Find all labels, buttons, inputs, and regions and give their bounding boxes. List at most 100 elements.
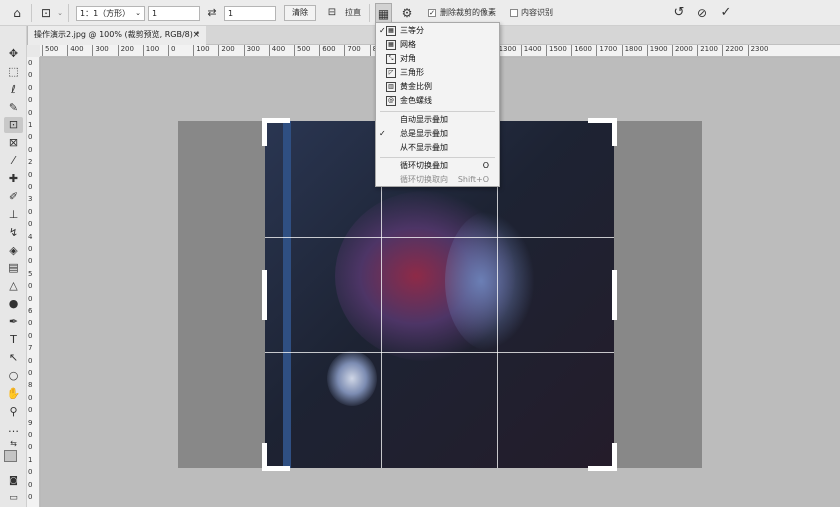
vertical-ruler[interactable]: 0 0 0 0 0 1 0 0 2 0 0 3 0 0 4 0 0 5 0 0 6 0 0 7 0 0 8 0 0 9 0 0 1 0 0 0 bbox=[27, 45, 40, 507]
crop-tool-icon[interactable]: ⊡ bbox=[4, 117, 23, 133]
ruler-tick-label: 0 bbox=[28, 220, 33, 229]
menu-item-never-show-overlay[interactable]: 从不显示叠加 bbox=[376, 141, 499, 155]
lasso-tool-icon[interactable]: ℓ bbox=[4, 82, 23, 98]
overlay-options-icon[interactable]: ▦ bbox=[375, 3, 392, 23]
quick-select-tool-icon[interactable]: ✎ bbox=[4, 100, 23, 116]
menu-item-diagonal[interactable]: ⤡ 对角 bbox=[376, 52, 499, 66]
ruler-tick-label: 1800 bbox=[621, 45, 642, 56]
menu-item-thirds[interactable]: ✓ ▦ 三等分 bbox=[376, 24, 499, 38]
divider bbox=[31, 4, 32, 22]
history-brush-tool-icon[interactable]: ↯ bbox=[4, 225, 23, 241]
ruler-tick-label: 0 bbox=[28, 257, 33, 266]
ruler-tick-label: 0 bbox=[168, 45, 175, 56]
blur-tool-icon[interactable]: △ bbox=[4, 278, 23, 294]
divider bbox=[68, 4, 69, 22]
foreground-color-swatch[interactable] bbox=[4, 450, 17, 462]
more-tools-icon[interactable]: … bbox=[4, 421, 23, 437]
path-select-tool-icon[interactable]: ↖ bbox=[4, 350, 23, 366]
close-icon[interactable]: × bbox=[192, 26, 200, 44]
crop-handle-right[interactable] bbox=[612, 270, 617, 320]
move-tool-icon[interactable]: ✥ bbox=[4, 46, 23, 62]
ruler-tick-label: 7 bbox=[28, 344, 33, 353]
commit-checkmark-icon[interactable]: ✓ bbox=[718, 0, 734, 26]
ellipse-tool-icon[interactable]: ○ bbox=[4, 368, 23, 384]
ruler-tick-label: 0 bbox=[28, 133, 33, 142]
golden-ratio-icon: ▥ bbox=[386, 82, 396, 92]
screen-mode-icon[interactable]: ▭ bbox=[4, 490, 23, 506]
marquee-tool-icon[interactable]: ⬚ bbox=[4, 64, 23, 80]
menu-item-cycle-overlay[interactable]: 循环切换叠加 O bbox=[376, 159, 499, 173]
delete-cropped-checkbox[interactable]: ✓ bbox=[428, 9, 436, 17]
ratio-height-input[interactable]: 1 bbox=[224, 6, 276, 21]
tool-preset-chevron-icon[interactable]: ⌄ bbox=[56, 0, 64, 26]
cancel-icon[interactable]: ⊘ bbox=[694, 0, 710, 26]
document-tab[interactable]: 操作演示2.jpg @ 100% (裁剪预览, RGB/8) * × bbox=[28, 26, 206, 45]
menu-item-golden-spiral[interactable]: @ 金色螺线 bbox=[376, 94, 499, 108]
frame-tool-icon[interactable]: ⊠ bbox=[4, 135, 23, 151]
hand-tool-icon[interactable]: ✋ bbox=[4, 386, 23, 402]
ruler-tick-label: 1500 bbox=[546, 45, 567, 56]
ruler-tick-label: 0 bbox=[28, 294, 33, 303]
gradient-tool-icon[interactable]: ▤ bbox=[4, 260, 23, 276]
brush-tool-icon[interactable]: ✐ bbox=[4, 189, 23, 205]
dodge-tool-icon[interactable]: ● bbox=[4, 296, 23, 312]
grid-icon: ▦ bbox=[386, 40, 396, 50]
menu-item-triangle[interactable]: ◸ 三角形 bbox=[376, 66, 499, 80]
ruler-tick-label: 200 bbox=[117, 45, 134, 56]
swap-icon[interactable]: ⇄ bbox=[204, 0, 220, 26]
crop-handle-bottom-left[interactable] bbox=[262, 443, 267, 471]
home-icon[interactable]: ⌂ bbox=[6, 0, 28, 26]
menu-item-auto-show-overlay[interactable]: 自动显示叠加 bbox=[376, 113, 499, 127]
ruler-tick-label: 1900 bbox=[646, 45, 668, 56]
eraser-tool-icon[interactable]: ◈ bbox=[4, 243, 23, 259]
content-aware-checkbox[interactable] bbox=[510, 9, 518, 17]
crop-handle-left[interactable] bbox=[262, 270, 267, 320]
straighten-icon[interactable]: ⊟ bbox=[324, 0, 340, 26]
ruler-tick-label: 100 bbox=[193, 45, 210, 56]
ruler-tick-label: 0 bbox=[28, 393, 33, 402]
zoom-tool-icon[interactable]: ⚲ bbox=[4, 404, 23, 420]
ruler-tick-label: 0 bbox=[28, 443, 33, 452]
ruler-tick-label: 5 bbox=[28, 269, 33, 278]
ruler-tick-label: 0 bbox=[28, 282, 33, 291]
ruler-tick-label: 0 bbox=[28, 493, 33, 501]
checkmark-icon: ✓ bbox=[379, 26, 386, 35]
crop-tool-icon[interactable]: ⊡ bbox=[38, 0, 54, 26]
ratio-width-input[interactable]: 1 bbox=[148, 6, 200, 21]
ruler-tick-label: 0 bbox=[28, 59, 33, 67]
ruler-tick-label: 300 bbox=[243, 45, 260, 56]
fish-fin-blue bbox=[445, 211, 535, 351]
menu-item-always-show-overlay[interactable]: ✓ 总是显示叠加 bbox=[376, 127, 499, 141]
ruler-tick-label: 0 bbox=[28, 170, 33, 179]
ruler-tick-label: 0 bbox=[28, 96, 33, 105]
ruler-origin[interactable] bbox=[27, 45, 40, 57]
pen-tool-icon[interactable]: ✒ bbox=[4, 314, 23, 330]
ratio-select-value: 1：1（方形） bbox=[80, 9, 131, 18]
quick-mask-icon[interactable]: ◙ bbox=[4, 473, 23, 489]
ruler-tick-label: 0 bbox=[28, 356, 33, 365]
ruler-tick-label: 0 bbox=[28, 319, 33, 328]
type-tool-icon[interactable]: T bbox=[4, 332, 23, 348]
stamp-tool-icon[interactable]: ⊥ bbox=[4, 207, 23, 223]
clear-button[interactable]: 清除 bbox=[284, 5, 316, 21]
ruler-tick-label: 2300 bbox=[747, 45, 768, 56]
ruler-tick-label: 1 bbox=[28, 455, 33, 464]
ruler-tick-label: 200 bbox=[218, 45, 235, 56]
menu-item-grid[interactable]: ▦ 网格 bbox=[376, 38, 499, 52]
ruler-tick-label: 0 bbox=[28, 183, 33, 191]
ruler-tick-label: 9 bbox=[28, 418, 33, 427]
ruler-tick-label: 2100 bbox=[697, 45, 718, 56]
crop-handle-top-left[interactable] bbox=[262, 118, 267, 146]
straighten-label[interactable]: 拉直 bbox=[345, 0, 361, 26]
ratio-select[interactable]: 1：1（方形） ⌄ bbox=[76, 6, 145, 21]
crop-handle-top-right[interactable] bbox=[612, 118, 617, 146]
menu-item-golden-ratio[interactable]: ▥ 黄金比例 bbox=[376, 80, 499, 94]
eyedropper-tool-icon[interactable]: ⁄ bbox=[4, 153, 23, 169]
chevron-down-icon: ⌄ bbox=[135, 9, 141, 17]
crop-handle-bottom-right[interactable] bbox=[612, 443, 617, 471]
ruler-tick-label: 600 bbox=[319, 45, 336, 56]
diagonal-icon: ⤡ bbox=[386, 54, 396, 64]
reset-icon[interactable]: ↺ bbox=[671, 0, 687, 26]
healing-brush-tool-icon[interactable]: ✚ bbox=[4, 171, 23, 187]
ruler-tick-label: 0 bbox=[28, 245, 33, 253]
